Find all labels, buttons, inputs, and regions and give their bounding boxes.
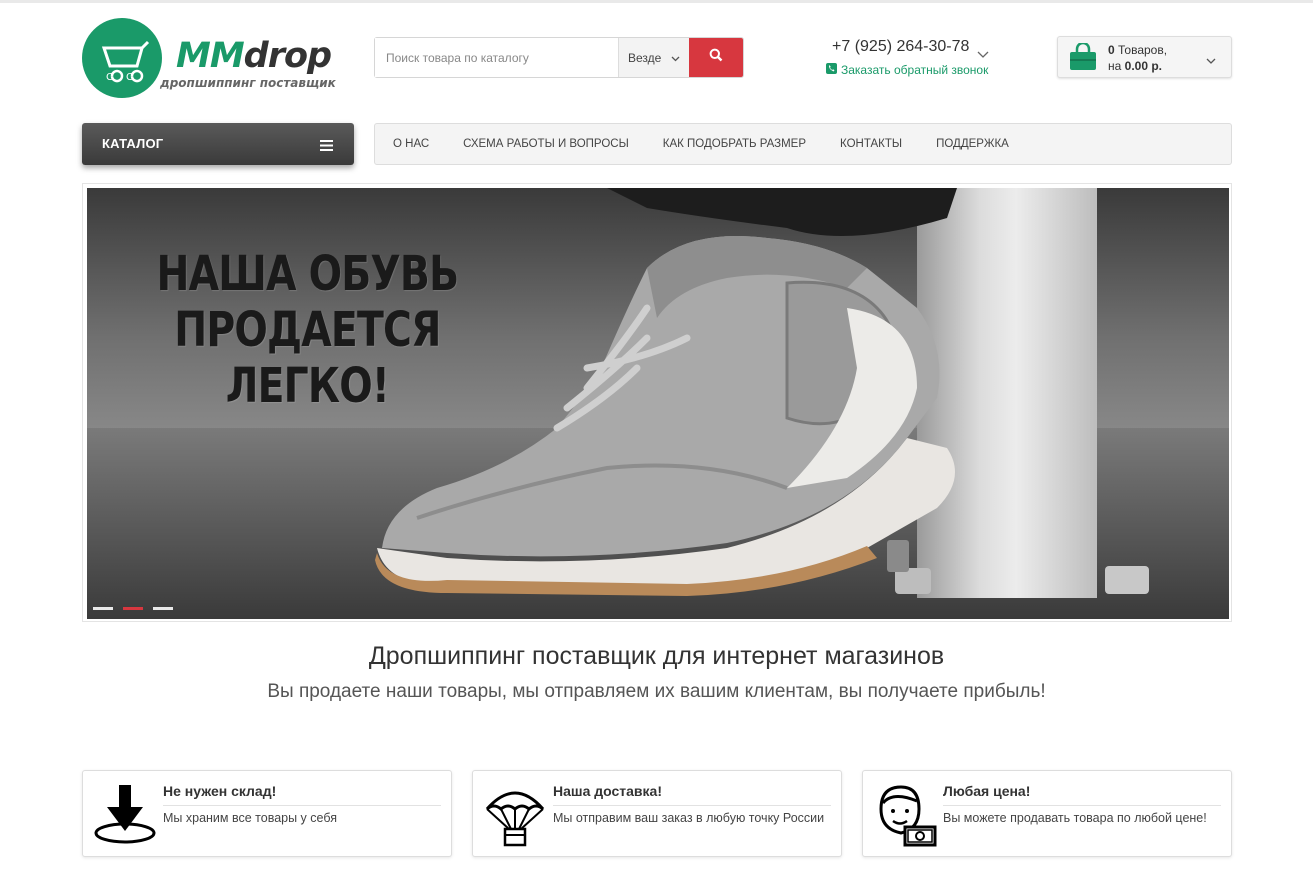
cart-sum: на 0.00 р. <box>1108 59 1162 73</box>
hero-slider[interactable]: НАША ОБУВЬ ПРОДАЕТСЯ ЛЕГКО! <box>82 183 1232 622</box>
feature-text: Мы храним все товары у себя <box>163 811 337 825</box>
nav-item-contacts[interactable]: КОНТАКТЫ <box>840 138 902 150</box>
logo-cart-icon: C C <box>82 18 162 98</box>
banner-headline: НАША ОБУВЬ ПРОДАЕТСЯ ЛЕГКО! <box>127 246 488 414</box>
feature-text: Мы отправим ваш заказ в любую точку Росс… <box>553 811 825 825</box>
nav-item-about[interactable]: О НАС <box>393 138 429 150</box>
cart-count-label: Товаров, <box>1118 43 1168 57</box>
banner-headline-line2: ПРОДАЕТСЯ ЛЕГКО! <box>174 302 441 414</box>
person-money-icon <box>873 783 937 847</box>
search-button[interactable] <box>689 38 743 77</box>
cart-count: 0 Товаров, <box>1108 43 1167 57</box>
cart-sum-value: 0.00 р. <box>1124 59 1163 73</box>
shopping-bag-icon <box>1068 41 1098 76</box>
slider-dot[interactable] <box>153 607 173 610</box>
search-scope-select[interactable]: Везде <box>619 38 689 77</box>
parachute-box-icon <box>483 783 547 847</box>
logo-wordmark-drop: drop <box>243 36 332 76</box>
hero-image: НАША ОБУВЬ ПРОДАЕТСЯ ЛЕГКО! <box>87 188 1229 619</box>
feature-text: Вы можете продавать товара по любой цене… <box>943 811 1207 825</box>
callback-link[interactable]: Заказать обратный звонок <box>826 63 988 77</box>
catalog-label: КАТАЛОГ <box>102 136 164 151</box>
svg-text:C: C <box>126 72 133 83</box>
search-icon <box>709 48 723 67</box>
hamburger-menu-icon <box>320 138 333 156</box>
logo-wordmark: MMdrop <box>176 36 332 76</box>
svg-text:C: C <box>106 72 113 83</box>
phone-number[interactable]: +7 (925) 264-30-78 <box>832 38 969 56</box>
top-border <box>0 0 1313 3</box>
feature-divider <box>943 805 1221 806</box>
page-headline: Дропшиппинг поставщик для интернет магаз… <box>368 642 945 670</box>
logo-wordmark-mm: MM <box>176 36 245 76</box>
feature-card-delivery: Наша доставка! Мы отправим ваш заказ в л… <box>472 770 842 857</box>
banner-headline-line1: НАША ОБУВЬ <box>156 246 459 302</box>
search-bar: Везде <box>374 37 744 78</box>
nav-item-scheme[interactable]: СХЕМА РАБОТЫ И ВОПРОСЫ <box>463 138 629 150</box>
catalog-button[interactable]: КАТАЛОГ <box>82 123 354 165</box>
feature-title: Не нужен склад! <box>163 783 277 799</box>
feature-card-warehouse: Не нужен склад! Мы храним все товары у с… <box>82 770 452 857</box>
cart-sum-prefix: на <box>1108 59 1122 73</box>
cart-count-value: 0 <box>1108 43 1115 57</box>
feature-divider <box>163 805 441 806</box>
feature-title: Любая цена! <box>943 783 1031 799</box>
phone-icon <box>826 63 837 77</box>
callback-label: Заказать обратный звонок <box>841 63 989 77</box>
feature-card-price: Любая цена! Вы можете продавать товара п… <box>862 770 1232 857</box>
slider-pagination <box>93 607 173 610</box>
search-scope-value: Везде <box>628 50 662 65</box>
main-navigation: О НАС СХЕМА РАБОТЫ И ВОПРОСЫ КАК ПОДОБРА… <box>374 123 1232 165</box>
nav-item-size-guide[interactable]: КАК ПОДОБРАТЬ РАЗМЕР <box>663 138 806 150</box>
search-input[interactable] <box>375 38 619 77</box>
chevron-down-icon[interactable] <box>977 46 989 64</box>
site-logo[interactable]: C C MMdrop дропшиппинг поставщик <box>82 18 352 100</box>
logo-tagline: дропшиппинг поставщик <box>160 76 336 90</box>
feature-title: Наша доставка! <box>553 783 662 799</box>
slider-dot-active[interactable] <box>123 607 143 610</box>
nav-item-support[interactable]: ПОДДЕРЖКА <box>936 138 1009 150</box>
cart-widget[interactable]: 0 Товаров, на 0.00 р. <box>1057 36 1232 78</box>
download-arrow-icon <box>93 783 157 847</box>
slider-dot[interactable] <box>93 607 113 610</box>
chevron-down-icon <box>671 51 680 65</box>
chevron-down-icon <box>1206 52 1216 70</box>
page-subheadline: Вы продаете наши товары, мы отправляем и… <box>267 681 1046 702</box>
feature-divider <box>553 805 831 806</box>
